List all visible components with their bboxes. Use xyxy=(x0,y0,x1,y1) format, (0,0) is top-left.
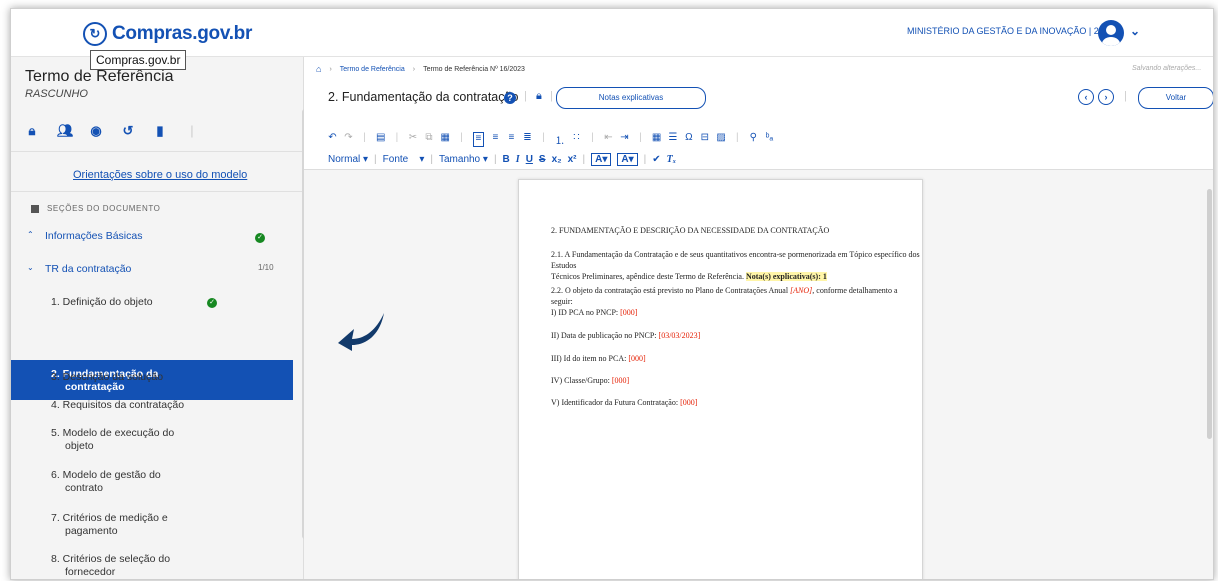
lock-icon[interactable]: 🔒︎ xyxy=(25,123,39,139)
superscript-icon[interactable]: x² xyxy=(568,154,577,165)
year-placeholder[interactable]: [ANO] xyxy=(790,286,812,295)
image-icon[interactable]: ▨ xyxy=(716,132,725,147)
editor-scrollbar[interactable] xyxy=(1207,189,1212,439)
document-status: RASCUNHO xyxy=(25,88,88,100)
paragraph-2-2: 2.2. O objeto da contratação está previs… xyxy=(551,286,898,306)
font-select[interactable]: Fonte ▾ xyxy=(383,154,425,165)
next-section-icon[interactable]: › xyxy=(1098,89,1114,105)
lock-icon[interactable]: 🔒︎ xyxy=(536,90,542,103)
placeholder-field[interactable]: [000] xyxy=(680,398,697,407)
strikethrough-icon[interactable]: S xyxy=(539,154,546,165)
toolbar-separator: | xyxy=(190,123,194,138)
placeholder-field[interactable]: [000] xyxy=(628,354,645,363)
cut-icon[interactable]: ✂ xyxy=(408,132,417,147)
main-area: ⌂ › Termo de Referência › Termo de Refer… xyxy=(304,57,1213,579)
users-icon[interactable]: 👥︎ xyxy=(57,123,74,139)
subscript-icon[interactable]: x₂ xyxy=(552,154,562,165)
document-page[interactable]: 2. FUNDAMENTAÇÃO E DESCRIÇÃO DA NECESSID… xyxy=(518,179,923,579)
italic-icon[interactable]: I xyxy=(516,154,520,165)
ministry-selector[interactable]: MINISTÉRIO DA GESTÃO E DA INOVAÇÃO | 200… xyxy=(907,26,1124,36)
table-icon[interactable]: ▦ xyxy=(652,132,661,147)
previous-section-icon[interactable]: ‹ xyxy=(1078,89,1094,105)
logo-tooltip: Compras.gov.br xyxy=(90,50,187,70)
search-icon[interactable]: ⚲ xyxy=(749,132,758,147)
compras-logo-icon: ↻ xyxy=(83,22,107,46)
paragraph-2-1: 2.1. A Fundamentação da Contratação e de… xyxy=(551,250,920,281)
breadcrumb-current: Termo de Referência Nº 16/2023 xyxy=(423,65,525,73)
clear-format-icon[interactable]: Tₓ xyxy=(667,154,677,165)
redo-icon[interactable]: ↷ xyxy=(344,132,353,147)
help-icon[interactable]: ? xyxy=(504,92,516,104)
eye-icon[interactable]: ◉ xyxy=(89,123,103,139)
check-circle-icon: ✓ xyxy=(207,298,217,308)
copy-icon[interactable]: ⧉ xyxy=(424,132,433,147)
line-id-item: III) Id do item no PCA: [000] xyxy=(551,354,646,363)
format-painter-icon[interactable]: ✔ xyxy=(652,154,660,165)
editor-topbar: ⌂ › Termo de Referência › Termo de Refer… xyxy=(304,57,1213,170)
align-justify-icon[interactable]: ≣ xyxy=(523,132,532,147)
numbered-list-icon[interactable]: ⒈ xyxy=(555,132,565,147)
saving-status: Salvando alterações... xyxy=(1132,65,1202,72)
bold-icon[interactable]: B xyxy=(503,154,510,165)
special-char-icon[interactable]: Ω xyxy=(684,132,693,147)
user-avatar-icon[interactable] xyxy=(1098,20,1124,46)
document-heading: 2. FUNDAMENTAÇÃO E DESCRIÇÃO DA NECESSID… xyxy=(551,226,830,235)
check-circle-icon: ✓ xyxy=(255,233,265,243)
chevron-down-icon[interactable]: ⌄ xyxy=(1130,24,1140,38)
undo-icon[interactable]: ↶ xyxy=(328,132,337,147)
paste-icon[interactable]: ▦ xyxy=(440,132,449,147)
format-select[interactable]: Normal ▾ xyxy=(328,154,368,165)
indent-icon[interactable]: ⇥ xyxy=(620,132,629,147)
guide-link[interactable]: Orientações sobre o uso do modelo xyxy=(73,169,247,181)
sidebar: Termo de Referência RASCUNHO 🔒︎ 👥︎ ◉ ↺ ▮… xyxy=(11,57,304,579)
background-color-icon[interactable]: A▾ xyxy=(617,153,638,166)
sections-header: SEÇÕES DO DOCUMENTO xyxy=(31,204,161,213)
section-title: 2. Fundamentação da contratação xyxy=(328,90,519,104)
logo-text: Compras.gov.br xyxy=(112,23,253,44)
line-data-publicacao: II) Data de publicação no PNCP: [03/03/2… xyxy=(551,331,701,340)
align-right-icon[interactable]: ≡ xyxy=(507,132,516,147)
breadcrumb: ⌂ › Termo de Referência › Termo de Refer… xyxy=(316,64,525,74)
explanatory-notes-button[interactable]: Notas explicativas xyxy=(556,87,706,109)
section-square-icon xyxy=(31,204,39,213)
placeholder-field[interactable]: [03/03/2023] xyxy=(659,331,701,340)
text-color-icon[interactable]: A▾ xyxy=(591,153,612,166)
breadcrumb-item[interactable]: Termo de Referência xyxy=(340,66,405,73)
progress-count: 1/10 xyxy=(258,263,274,272)
size-select[interactable]: Tamanho ▾ xyxy=(439,154,488,165)
editor-toolbar-row2: Normal ▾ | Fonte ▾ | Tamanho ▾ | B I U S… xyxy=(328,153,677,166)
history-icon[interactable]: ↺ xyxy=(121,123,135,139)
line-classe-grupo: IV) Classe/Grupo: [000] xyxy=(551,376,630,385)
document-icon[interactable]: ▮ xyxy=(153,123,167,139)
align-left-icon[interactable]: ≡ xyxy=(472,132,484,147)
horizontal-line-icon[interactable]: ☰ xyxy=(668,132,677,147)
line-id-pca: I) ID PCA no PNCP: [000] xyxy=(551,308,638,317)
chevron-down-icon: ⌄ xyxy=(27,263,34,272)
logo[interactable]: ↻ Compras.gov.br xyxy=(83,22,252,46)
placeholder-field[interactable]: [000] xyxy=(612,376,629,385)
document-type-title: Termo de Referência xyxy=(25,68,174,85)
editor-toolbar-row1: ↶ ↷ | ▤ | ✂ ⧉ ▦ | ≡ ≡ ≡ ≣ | ⒈ ∷ | ⇤ ⇥ | xyxy=(328,132,774,147)
home-icon[interactable]: ⌂ xyxy=(316,64,321,74)
placeholder-field[interactable]: [000] xyxy=(620,308,637,317)
outdent-icon[interactable]: ⇤ xyxy=(604,132,613,147)
insert-field-icon[interactable]: ⊟ xyxy=(700,132,709,147)
header: ↻ Compras.gov.br Compras.gov.br MINISTÉR… xyxy=(11,9,1213,70)
bullet-list-icon[interactable]: ∷ xyxy=(572,132,581,147)
sections-label: SEÇÕES DO DOCUMENTO xyxy=(47,204,161,213)
sidebar-toolbar: 🔒︎ 👥︎ ◉ ↺ ▮ | xyxy=(25,123,199,139)
underline-icon[interactable]: U xyxy=(526,154,533,165)
replace-icon[interactable]: ᵇₐ xyxy=(765,132,774,147)
align-center-icon[interactable]: ≡ xyxy=(491,132,500,147)
line-identificador: V) Identificador da Futura Contratação: … xyxy=(551,398,698,407)
save-icon[interactable]: ▤ xyxy=(376,132,385,147)
arrow-icon xyxy=(338,313,384,351)
app-window: ↻ Compras.gov.br Compras.gov.br MINISTÉR… xyxy=(10,8,1214,580)
explanatory-note-link[interactable]: Nota(s) explicativa(s): 1 xyxy=(745,272,827,281)
chevron-up-icon: ⌃ xyxy=(27,230,34,239)
back-button[interactable]: Voltar xyxy=(1138,87,1213,109)
